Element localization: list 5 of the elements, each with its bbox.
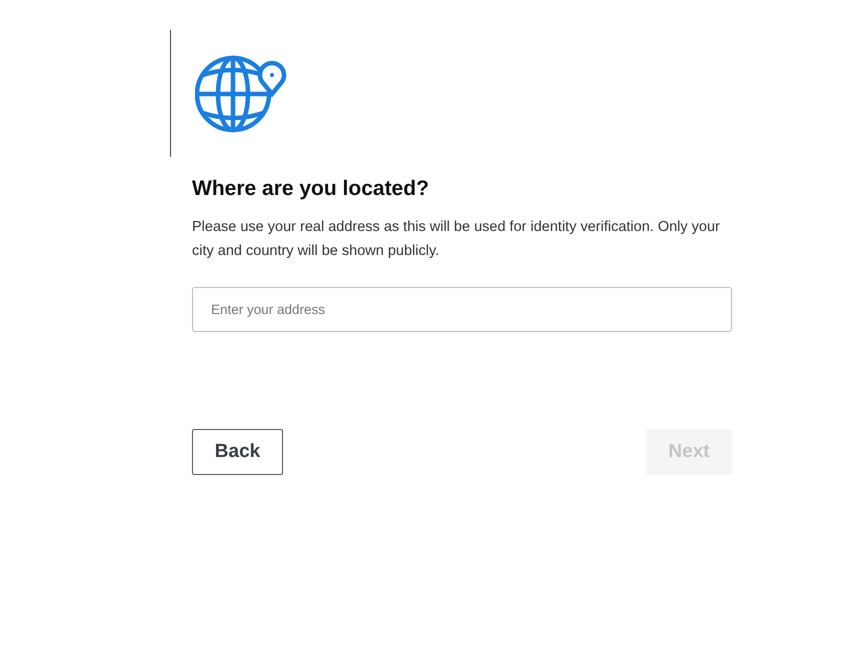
address-field[interactable]: Enter your address <box>192 287 732 332</box>
back-button[interactable]: Back <box>192 429 283 475</box>
description-text: Please use your real address as this will be used for identity verification. Only your city and country will be shown publicly. <box>192 218 721 261</box>
page-title: Where are you located? <box>192 177 430 201</box>
globe-pin-icon <box>195 54 287 134</box>
